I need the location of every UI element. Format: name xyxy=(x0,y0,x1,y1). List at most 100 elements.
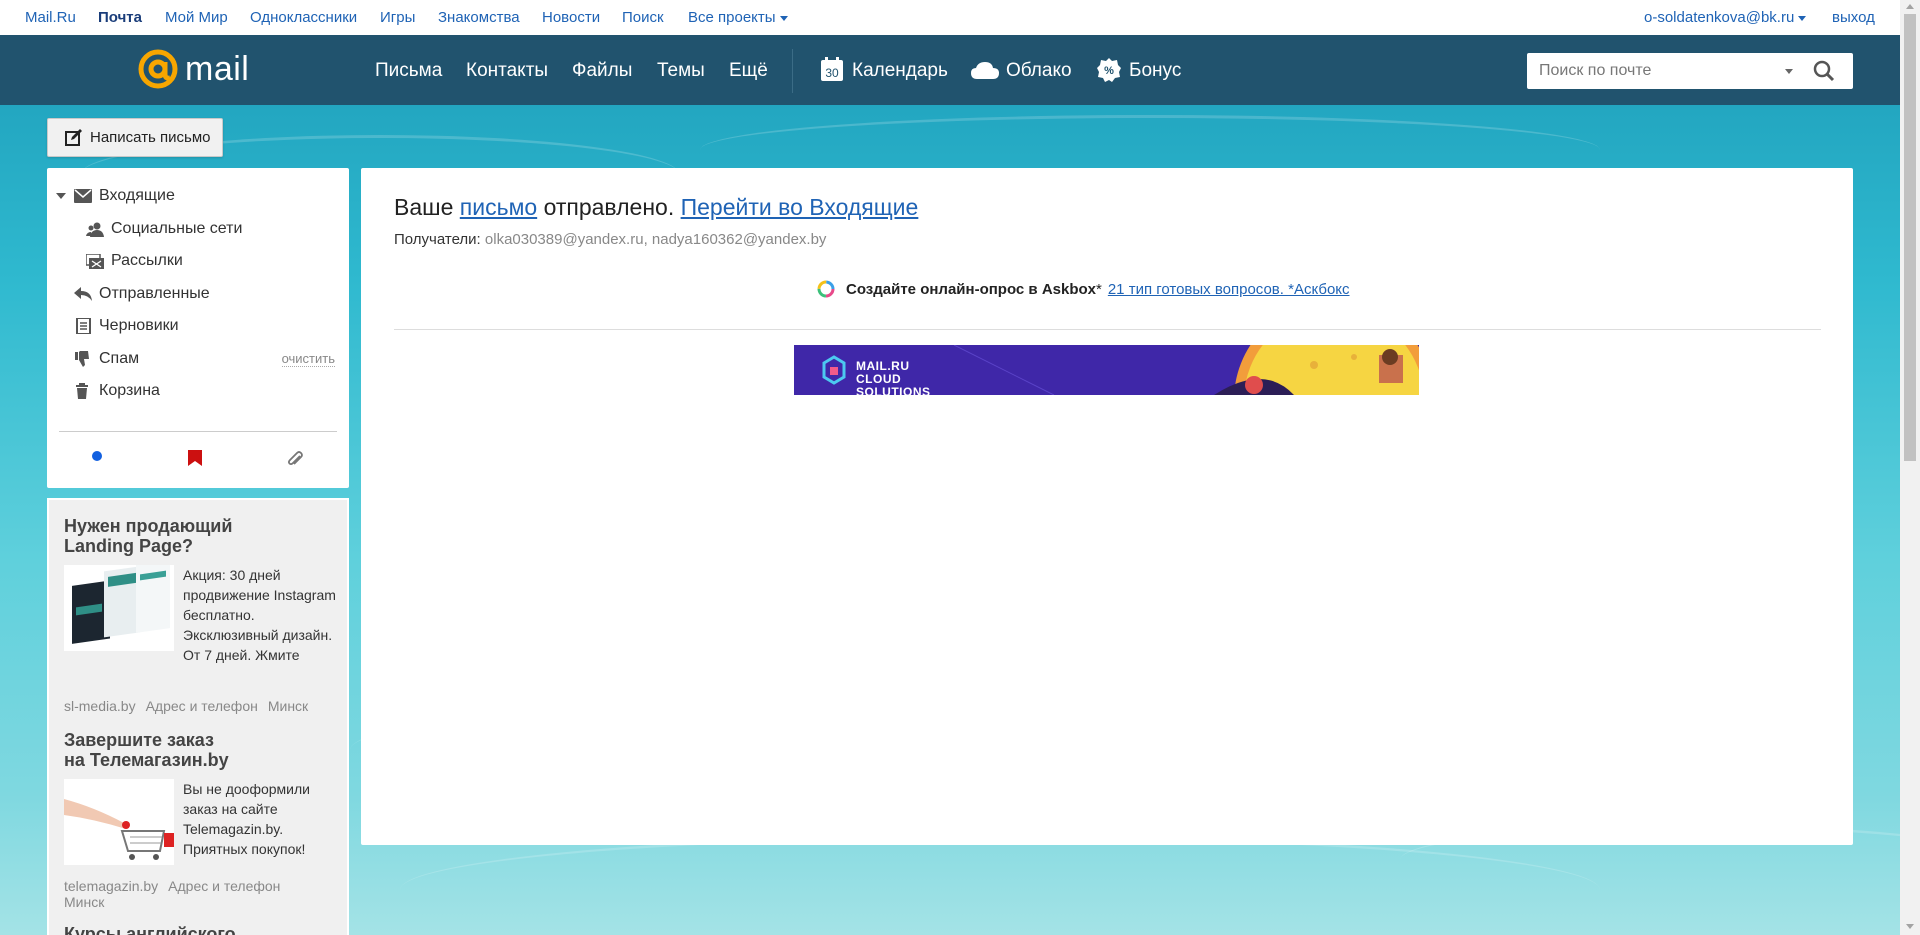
logo-word: mail xyxy=(185,49,250,88)
landing-page-thumbnail xyxy=(64,565,174,651)
message-sent-panel: Ваше письмо отправлено. Перейти во Входя… xyxy=(361,168,1853,845)
nav-more[interactable]: Ещё xyxy=(729,60,768,82)
scrollbar-thumb[interactable] xyxy=(1904,14,1916,461)
nav-cloud[interactable]: Облако xyxy=(1006,60,1072,82)
folder-label: Входящие xyxy=(99,187,175,204)
promo-star: * xyxy=(1096,280,1102,298)
chevron-down-icon xyxy=(779,15,788,21)
folder-label: Отправленные xyxy=(99,285,210,302)
ad-2-domain[interactable]: telemagazin.by xyxy=(64,878,158,894)
folder-label: Рассылки xyxy=(111,252,183,269)
ad-1-meta: sl-media.by Адрес и телефон Минск xyxy=(64,698,318,714)
folders-divider xyxy=(59,431,337,432)
banner-line-3: SOLUTIONS xyxy=(856,385,931,396)
reply-arrow-icon xyxy=(74,287,92,301)
compose-icon xyxy=(65,129,82,146)
collapse-triangle-icon[interactable] xyxy=(56,193,66,199)
calendar-day: 30 xyxy=(825,66,839,80)
portal-link-search[interactable]: Поиск xyxy=(622,9,664,26)
nav-calendar[interactable]: Календарь xyxy=(852,60,948,82)
clear-spam-link[interactable]: очистить xyxy=(281,351,335,367)
nav-themes[interactable]: Темы xyxy=(657,60,705,82)
folder-label: Спам xyxy=(99,350,140,367)
banner-text: MAIL.RU CLOUD SOLUTIONS xyxy=(856,360,931,396)
sent-mid: отправлено. xyxy=(543,194,675,220)
ad-1-image[interactable] xyxy=(64,565,174,651)
content-divider xyxy=(394,329,1821,330)
mail-header: mail Письма Контакты Файлы Темы Ещё 30 К… xyxy=(0,35,1900,105)
newsletter-icon xyxy=(86,253,104,269)
ad-1-title[interactable]: Нужен продающий Landing Page? xyxy=(64,516,232,556)
nav-files[interactable]: Файлы xyxy=(572,60,632,82)
envelope-icon xyxy=(74,189,92,203)
sent-prefix: Ваше xyxy=(394,194,454,220)
askbox-promo: Создайте онлайн-опрос в Askbox * 21 тип г… xyxy=(816,279,1350,299)
folder-label: Черновики xyxy=(99,317,179,334)
scroll-down-arrow-icon[interactable] xyxy=(1906,924,1914,929)
shopping-cart-thumbnail xyxy=(64,779,174,865)
folder-trash[interactable]: Корзина xyxy=(47,378,349,404)
portal-link-all-projects[interactable]: Все проекты xyxy=(688,9,788,26)
ad-2-contacts[interactable]: Адрес и телефон xyxy=(168,878,280,894)
ad-2-title-line-2: на Телемагазин.by xyxy=(64,750,229,770)
mail-search xyxy=(1527,53,1853,89)
page-scrollbar[interactable] xyxy=(1900,0,1920,935)
ad-1-title-line-2: Landing Page? xyxy=(64,536,194,556)
folder-sent[interactable]: Отправленные xyxy=(47,281,349,307)
portal-link-mailru[interactable]: Mail.Ru xyxy=(25,9,76,26)
logout-link[interactable]: выход xyxy=(1832,9,1875,26)
mail-logo[interactable]: mail xyxy=(137,47,249,91)
portal-link-odnoklassniki[interactable]: Одноклассники xyxy=(250,9,357,26)
svg-text:%: % xyxy=(1104,65,1114,77)
scroll-up-arrow-icon[interactable] xyxy=(1906,4,1914,9)
ad-1-contacts[interactable]: Адрес и телефон xyxy=(146,698,258,714)
sent-confirmation: Ваше письмо отправлено. Перейти во Входя… xyxy=(394,194,918,221)
folder-label: Социальные сети xyxy=(111,220,243,237)
compose-button[interactable]: Написать письмо xyxy=(47,118,223,157)
nav-bonus[interactable]: Бонус xyxy=(1129,60,1181,82)
portal-bar: Mail.Ru Почта Мой Мир Одноклассники Игры… xyxy=(0,0,1900,35)
search-icon[interactable] xyxy=(1813,60,1835,82)
ad-1-text[interactable]: Акция: 30 дней продвижение Instagram бес… xyxy=(183,565,341,665)
folder-inbox[interactable]: Входящие xyxy=(47,183,349,209)
recipients-emails: olka030389@yandex.ru, nadya160362@yandex… xyxy=(484,231,827,248)
all-projects-label: Все проекты xyxy=(688,9,776,26)
portal-link-my-world[interactable]: Мой Мир xyxy=(165,9,228,26)
portal-link-dating[interactable]: Знакомства xyxy=(438,9,520,26)
flag-filter-icon[interactable] xyxy=(188,450,202,466)
ad-1-title-line-1: Нужен продающий xyxy=(64,516,233,536)
account-menu[interactable]: o-soldatenkova@bk.ru xyxy=(1644,9,1807,26)
nav-contacts[interactable]: Контакты xyxy=(466,60,548,82)
trash-icon xyxy=(76,383,88,399)
folder-social[interactable]: Социальные сети xyxy=(47,216,349,242)
nav-letters[interactable]: Письма xyxy=(375,60,442,82)
ad-2-text[interactable]: Вы не дооформили заказ на сайте Telemaga… xyxy=(183,779,341,859)
ad-1-city: Минск xyxy=(267,698,309,714)
account-email: o-soldatenkova@bk.ru xyxy=(1644,9,1795,26)
ad-3-title[interactable]: Курсы английского xyxy=(64,924,236,935)
promo-link[interactable]: 21 тип готовых вопросов. *Аскбокс xyxy=(1108,281,1350,298)
mail-cloud-solutions-banner[interactable]: MAIL.RU CLOUD SOLUTIONS xyxy=(794,345,1419,395)
view-letter-link[interactable]: письмо xyxy=(460,194,537,220)
folder-drafts[interactable]: Черновики xyxy=(47,313,349,339)
cloud-icon xyxy=(971,62,999,79)
portal-link-news[interactable]: Новости xyxy=(542,9,600,26)
ad-2-city: Минск xyxy=(64,894,105,910)
draft-icon xyxy=(76,318,91,334)
go-to-inbox-link[interactable]: Перейти во Входящие xyxy=(681,194,919,220)
search-scope-dropdown-icon[interactable] xyxy=(1785,69,1793,74)
ad-2-meta: telemagazin.by Адрес и телефон xyxy=(64,878,290,894)
folder-spam[interactable]: Спам очистить xyxy=(47,346,349,372)
promo-bold-text[interactable]: Создайте онлайн-опрос в Askbox xyxy=(846,281,1096,298)
attachment-filter-icon[interactable] xyxy=(287,451,305,467)
portal-link-games[interactable]: Игры xyxy=(380,9,415,26)
portal-link-mail[interactable]: Почта xyxy=(98,9,142,26)
ad-2-image[interactable] xyxy=(64,779,174,865)
chevron-down-icon xyxy=(1798,15,1807,21)
unread-filter-dot-icon[interactable] xyxy=(91,450,103,462)
folder-newsletters[interactable]: Рассылки xyxy=(47,248,349,274)
search-input[interactable] xyxy=(1527,53,1787,89)
ad-1-domain[interactable]: sl-media.by xyxy=(64,698,136,714)
ads-sidebar: Нужен продающий Landing Page? Акция: 30 … xyxy=(47,498,349,935)
ad-2-title[interactable]: Завершите заказ на Телемагазин.by xyxy=(64,730,229,770)
